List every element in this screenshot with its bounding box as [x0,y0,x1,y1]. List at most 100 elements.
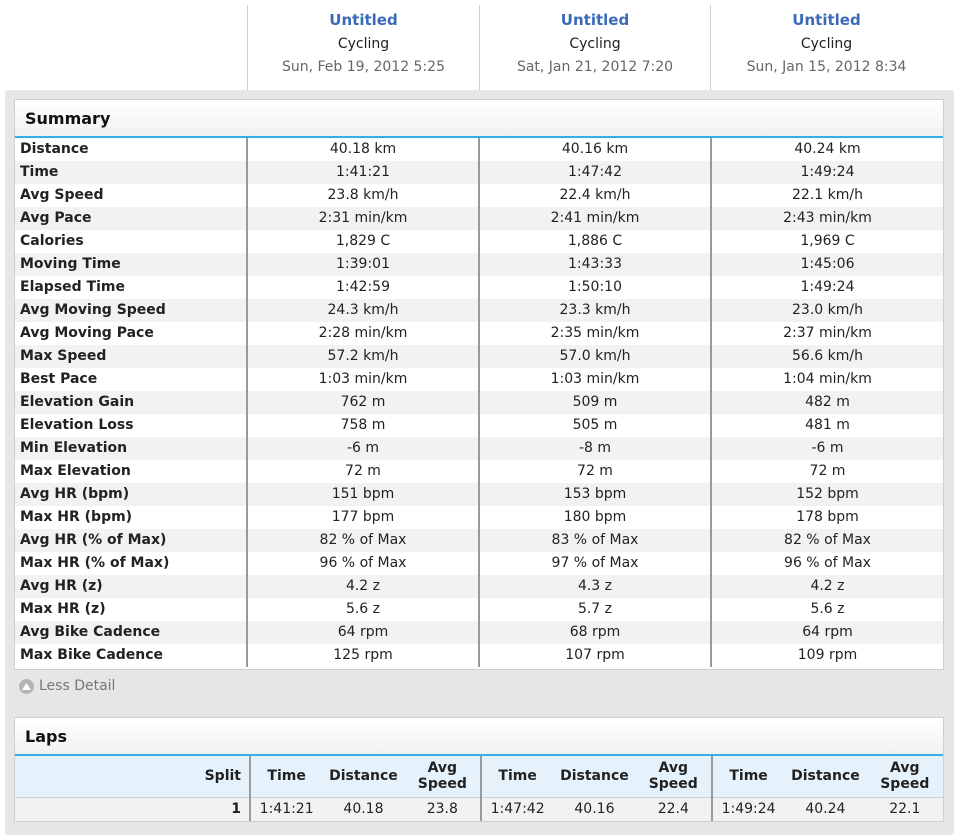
summary-row-label: Avg Moving Pace [20,325,154,341]
lap-avg-speed: 22.4 [635,797,712,821]
summary-row-label: Min Elevation [15,437,247,460]
summary-row-value: 1:04 min/km [710,368,943,391]
summary-row-value: 177 bpm [246,506,479,529]
summary-row-value: 1:49:24 [710,161,943,184]
activity-title-link[interactable]: Untitled [480,11,710,29]
activity-date: Sun, Jan 15, 2012 8:34 [746,59,907,75]
less-detail-toggle[interactable]: Less Detail [19,678,115,694]
summary-row: Avg Bike Cadence 64 rpm 68 rpm 64 rpm [15,621,943,644]
avg-speed-header: Avg Speed [635,756,712,798]
summary-row: Avg Moving Speed 24.3 km/h 23.3 km/h 23.0 k… [15,299,943,322]
summary-row-value: 178 bpm [710,506,943,529]
summary-row: Max Speed 57.2 km/h 57.0 km/h 56.6 km/h [15,345,943,368]
summary-row-value: 5.6 z [710,598,943,621]
summary-row-value: 1,829 C [246,230,479,253]
activity-date: Sat, Jan 21, 2012 7:20 [516,59,674,75]
summary-row-value: 23.8 km/h [246,184,479,207]
lap-distance: 40.18 [322,797,405,821]
lap-split: 1 [15,797,250,821]
summary-row-value: 23.3 km/h [478,299,711,322]
summary-row-value: 1:45:06 [710,253,943,276]
lap-time: 1:47:42 [479,797,554,821]
split-header: Split [15,756,250,798]
summary-row-label: Max HR (bpm) [20,509,133,525]
activity-date: Sun, Feb 19, 2012 5:25 [281,59,445,75]
summary-row-value: 4.2 z [710,575,943,598]
summary-row-value: 40.18 km [246,138,479,161]
activity-title-link[interactable]: Untitled [711,11,942,29]
summary-row: Max Elevation 72 m 72 m 72 m [15,460,943,483]
less-detail-label: Less Detail [39,678,116,694]
summary-row-value: 505 m [478,414,711,437]
summary-row-label: Avg Moving Speed [15,299,247,322]
summary-row: Elevation Loss 758 m 505 m 481 m [15,414,943,437]
activity-column-3: Untitled Cycling Sun, Jan 15, 2012 8:34 [710,5,942,90]
lap-avg-speed: 22.1 [866,797,943,821]
summary-row: Avg HR (z) 4.2 z 4.3 z 4.2 z [15,575,943,598]
summary-row-value: 22.1 km/h [710,184,943,207]
summary-row-label: Max HR (z) [20,601,106,617]
summary-row-label: Moving Time [15,253,247,276]
activity-header: Untitled Cycling Sun, Feb 19, 2012 5:25 … [0,0,957,90]
summary-row: Avg HR (% of Max) 82 % of Max 83 % of Max 8… [15,529,943,552]
lap-time: 1:41:21 [248,797,323,821]
summary-row-value: 72 m [478,460,711,483]
distance-header: Distance [784,756,867,798]
summary-row: Avg Moving Pace 2:28 min/km 2:35 min/km 2:3… [15,322,943,345]
summary-row: Elevation Gain 762 m 509 m 482 m [15,391,943,414]
laps-header-row: Split Time Distance Avg Speed Time Dista… [15,756,943,798]
summary-row-label: Avg HR (% of Max) [15,529,247,552]
summary-row-label: Max HR (% of Max) [20,555,170,571]
summary-row-value: 40.16 km [478,138,711,161]
activity-sport: Cycling [569,36,621,52]
summary-row-label: Elevation Loss [20,417,134,433]
summary-row-value: 83 % of Max [478,529,711,552]
comparison-panel: Summary Distance 40.18 km 40.16 km 40.24 km… [5,90,954,835]
summary-row-value: 2:35 min/km [478,322,711,345]
summary-row-label: Avg Bike Cadence [15,621,247,644]
laps-table: Split Time Distance Avg Speed Time Dista… [15,756,943,821]
summary-row-label: Avg HR (z) [15,575,247,598]
summary-row-value: 57.2 km/h [246,345,479,368]
summary-row-label: Avg Pace [15,207,247,230]
arrow-up-circle-icon [19,678,34,694]
summary-row-label: Avg HR (bpm) [15,483,247,506]
summary-row: Best Pace 1:03 min/km 1:03 min/km 1:04 min/… [15,368,943,391]
avg-speed-header: Avg Speed [404,756,481,798]
avg-speed-header: Avg Speed [866,756,943,798]
summary-row-value: 153 bpm [478,483,711,506]
laps-box: Laps Split Time Distance Avg Speed Time … [14,717,944,822]
summary-row: Max HR (z) 5.6 z 5.7 z 5.6 z [15,598,943,621]
summary-row-value: 2:43 min/km [710,207,943,230]
activity-sport: Cycling [800,36,853,52]
summary-row: Max HR (bpm) 177 bpm 180 bpm 178 bpm [15,506,943,529]
summary-row-value: 96 % of Max [710,552,943,575]
summary-row-value: 4.2 z [246,575,479,598]
summary-row-value: 762 m [246,391,479,414]
summary-row-label: Calories [20,233,84,249]
summary-row-value: 758 m [246,414,479,437]
summary-row-value: 1:39:01 [246,253,479,276]
summary-row-value: -6 m [246,437,479,460]
summary-row-value: 97 % of Max [478,552,711,575]
summary-row-value: 4.3 z [478,575,711,598]
summary-table: Distance 40.18 km 40.16 km 40.24 km Time 1:41… [15,138,943,667]
summary-row: Min Elevation -6 m -8 m -6 m [15,437,943,460]
activity-column-2: Untitled Cycling Sat, Jan 21, 2012 7:20 [479,5,710,90]
summary-row: Elapsed Time 1:42:59 1:50:10 1:49:24 [15,276,943,299]
summary-row-value: 2:31 min/km [246,207,479,230]
lap-distance: 40.16 [553,797,636,821]
summary-row-value: 24.3 km/h [246,299,479,322]
summary-row: Avg HR (bpm) 151 bpm 153 bpm 152 bpm [15,483,943,506]
summary-row-value: -6 m [710,437,943,460]
summary-row-value: 1,886 C [478,230,711,253]
summary-row-value: 1:47:42 [478,161,711,184]
summary-row-value: 1:03 min/km [246,368,479,391]
activity-title-link[interactable]: Untitled [248,11,479,29]
summary-row-label: Elevation Gain [15,391,247,414]
summary-row: Distance 40.18 km 40.16 km 40.24 km [15,138,943,161]
summary-box: Summary Distance 40.18 km 40.16 km 40.24 km… [14,99,944,670]
distance-header: Distance [553,756,636,798]
summary-row-value: 1,969 C [710,230,943,253]
time-header: Time [710,756,785,798]
